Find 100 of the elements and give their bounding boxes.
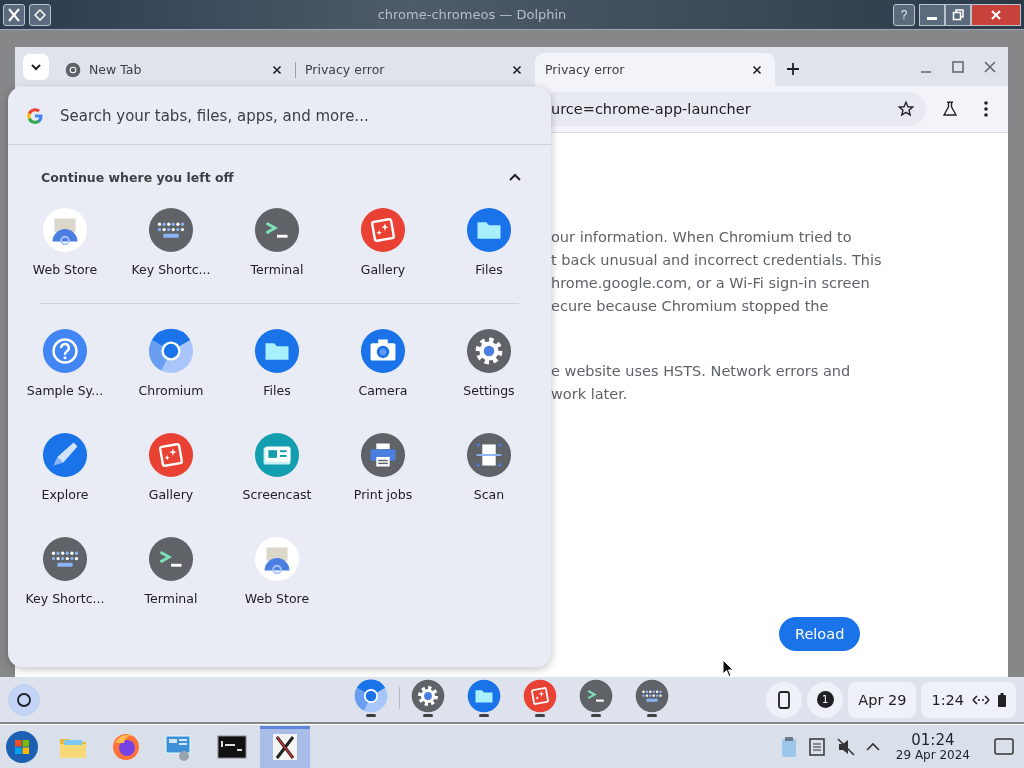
close-icon [990, 8, 1002, 21]
section-heading: Continue where you left off [41, 169, 235, 185]
plus-icon[interactable] [786, 62, 800, 76]
app-tile[interactable]: Terminal [224, 207, 330, 277]
terminal-icon [254, 207, 300, 253]
settings-icon [466, 328, 512, 374]
app-tile[interactable]: Gallery [118, 432, 224, 502]
status-area-button[interactable]: 1:24 [921, 681, 1016, 718]
body-text: e website uses HSTS. Network errors and [551, 362, 852, 381]
app-tile[interactable]: Screencast [224, 432, 330, 502]
help-icon [42, 328, 88, 374]
close-button[interactable] [971, 3, 1021, 26]
taskbar-button[interactable] [260, 726, 310, 768]
muted-speaker-icon[interactable] [835, 737, 856, 757]
window-menu-button[interactable] [29, 3, 51, 26]
keyboard-icon [42, 536, 88, 582]
clipboard-icon[interactable] [779, 736, 798, 758]
printer-icon [360, 432, 406, 478]
app-tile[interactable]: Chromium [118, 328, 224, 398]
tab-title: Privacy error [305, 62, 386, 77]
firefox-icon [110, 731, 142, 763]
running-indicator [423, 714, 433, 717]
browser-tab[interactable]: Privacy error [535, 53, 775, 86]
notification-button[interactable]: 1 [807, 681, 844, 718]
window-title: chrome-chromeos — Dolphin [376, 7, 568, 22]
x-logo-icon [7, 7, 21, 22]
app-tile[interactable]: Web Store [12, 207, 118, 277]
taskbar-clock[interactable]: 01:24 29 Apr 2024 [889, 732, 976, 762]
network-icon [972, 694, 990, 705]
running-indicator [479, 714, 489, 717]
phone-hub-button[interactable] [766, 681, 803, 718]
app-tile[interactable]: Files [436, 207, 542, 277]
body-text: t back unusual and incorrect credentials. This [551, 251, 883, 270]
maximize-icon[interactable] [951, 59, 965, 74]
folder-icon[interactable] [467, 679, 501, 713]
keyboard-icon [148, 207, 194, 253]
diamond-icon [34, 8, 46, 21]
browser-icon[interactable] [354, 679, 388, 713]
folder-icon [466, 207, 512, 253]
chevron-down-icon [30, 61, 42, 73]
star-icon[interactable] [897, 100, 915, 118]
photo-icon [148, 432, 194, 478]
reload-button[interactable]: Reload [779, 617, 861, 651]
circle-icon [16, 691, 32, 708]
app-tile[interactable]: Web Store [224, 536, 330, 606]
body-text: work later. [551, 385, 629, 404]
phone-icon [778, 690, 791, 709]
camera-icon [360, 328, 406, 374]
tab-search-button[interactable] [23, 54, 49, 80]
minimize-icon [927, 17, 937, 20]
app-tile[interactable]: Explore [12, 432, 118, 502]
restore-icon [952, 8, 964, 21]
app-tile[interactable]: Files [224, 328, 330, 398]
menu-icon[interactable] [983, 100, 989, 118]
google-icon [26, 106, 44, 125]
search-field[interactable]: Search your tabs, files, apps, and more... [60, 106, 533, 125]
date-button[interactable]: Apr 29 [848, 681, 917, 718]
running-indicator [366, 714, 376, 717]
minimize-button[interactable] [919, 3, 945, 26]
launcher-button[interactable] [8, 683, 40, 716]
photo-icon[interactable] [523, 679, 557, 713]
browser-tab[interactable]: New Tab [55, 53, 295, 86]
start-icon[interactable] [5, 730, 39, 764]
chevron-up-icon[interactable] [865, 742, 880, 752]
store-icon [42, 207, 88, 253]
body-text: hrome.google.com, or a Wi-Fi sign-in screen [551, 274, 871, 293]
chevron-up-icon[interactable] [508, 172, 522, 182]
restore-button[interactable] [945, 3, 971, 26]
scanner-icon [466, 432, 512, 478]
browser-tab[interactable]: Privacy error [295, 53, 535, 86]
flask-icon[interactable] [941, 100, 959, 118]
running-indicator [647, 714, 657, 717]
show-desktop-icon[interactable] [994, 738, 1014, 756]
screencast-icon [254, 432, 300, 478]
app-tile[interactable]: Terminal [118, 536, 224, 606]
tab-title: New Tab [89, 62, 143, 77]
app-tile[interactable]: Print jobs [330, 432, 436, 502]
address-bar[interactable]: urce=chrome-app-launcher [551, 92, 926, 126]
keyboard-icon[interactable] [635, 679, 669, 713]
running-indicator [535, 714, 545, 717]
running-indicator [591, 714, 601, 717]
terminal-icon [148, 536, 194, 582]
app-tile[interactable]: Settings [436, 328, 542, 398]
body-text: our information. When Chromium tried to [551, 228, 853, 247]
browser-icon [148, 328, 194, 374]
app-tile[interactable]: Camera [330, 328, 436, 398]
settings-icon[interactable] [411, 679, 445, 713]
app-tile[interactable]: Key Shortc... [12, 536, 118, 606]
body-text: ecure because Chromium stopped the [551, 297, 830, 316]
app-menu-button[interactable] [3, 3, 25, 26]
terminal-icon[interactable] [579, 679, 613, 713]
app-tile[interactable]: Gallery [330, 207, 436, 277]
folder-icon [254, 328, 300, 374]
app-tile[interactable]: Scan [436, 432, 542, 502]
help-button[interactable]: ? [893, 3, 915, 26]
app-tile[interactable]: Sample Sy... [12, 328, 118, 398]
photo-icon [360, 207, 406, 253]
app-tile[interactable]: Key Shortc... [118, 207, 224, 277]
tab-title: Privacy error [545, 62, 626, 77]
document-icon[interactable] [807, 737, 826, 757]
